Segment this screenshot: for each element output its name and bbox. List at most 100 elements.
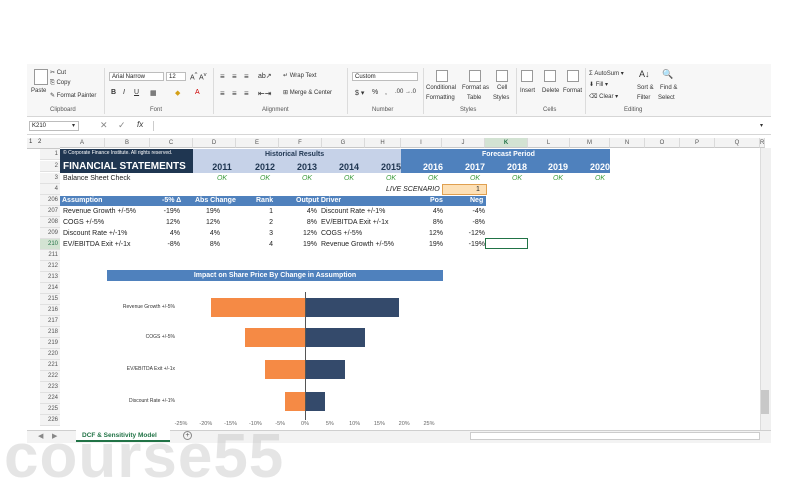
find-select-icon[interactable]: 🔍 <box>662 69 673 80</box>
vertical-scrollbar[interactable] <box>760 148 771 430</box>
formula-input[interactable] <box>153 121 767 131</box>
row-header[interactable]: 212 <box>40 261 60 272</box>
row-header[interactable]: 3 <box>40 173 60 184</box>
insert-icon[interactable] <box>521 70 533 82</box>
column-header-e[interactable]: E <box>236 138 279 148</box>
format-as-table-icon[interactable] <box>469 70 481 82</box>
sort-filter-icon[interactable]: A↓ <box>639 69 650 79</box>
align-right-icon[interactable]: ≡ <box>244 89 249 98</box>
column-header-m[interactable]: M <box>570 138 610 148</box>
row-header[interactable]: 4 <box>40 184 60 195</box>
font-grow-shrink-icon[interactable]: A^ Av <box>190 72 207 81</box>
row-header[interactable]: 209 <box>40 228 60 239</box>
column-header-j[interactable]: J <box>442 138 485 148</box>
row-header[interactable]: 220 <box>40 349 60 360</box>
column-header-r[interactable]: R <box>760 138 766 148</box>
column-header-c[interactable]: C <box>150 138 193 148</box>
row-header[interactable]: 1 <box>40 149 60 160</box>
row-header[interactable]: 2 <box>40 161 60 172</box>
decimal-icon[interactable]: .00 →.0 <box>395 89 416 95</box>
styles-label[interactable]: Styles <box>493 95 509 101</box>
format-as-label[interactable]: Format as <box>462 85 489 91</box>
horizontal-scrollbar[interactable] <box>470 432 760 440</box>
column-header-h[interactable]: H <box>365 138 401 148</box>
cut-button[interactable]: ✂ Cut <box>50 69 66 76</box>
column-header-q[interactable]: Q <box>715 138 760 148</box>
clear-button[interactable]: ⌫ Clear ▾ <box>589 93 618 100</box>
column-header-d[interactable]: D <box>193 138 236 148</box>
merge-center-button[interactable]: ⊞ Merge & Center <box>283 89 332 96</box>
number-format-select[interactable]: Custom <box>352 72 418 81</box>
row-header[interactable]: 210 <box>40 239 60 250</box>
copy-button[interactable]: ⎘ Copy <box>50 80 70 87</box>
filter-label[interactable]: Filter <box>637 95 650 101</box>
row-header[interactable]: 218 <box>40 327 60 338</box>
currency-icon[interactable]: $ ▾ <box>355 89 364 97</box>
row-header[interactable]: 224 <box>40 393 60 404</box>
find-label[interactable]: Find & <box>660 85 677 91</box>
indent-icon[interactable]: ⇤⇥ <box>258 89 271 98</box>
column-header-b[interactable]: B <box>105 138 150 148</box>
insert-button[interactable]: Insert <box>520 88 535 94</box>
font-color-icon[interactable]: A <box>195 89 200 96</box>
row-header[interactable]: 225 <box>40 404 60 415</box>
orientation-icon[interactable]: ab↗ <box>258 72 272 80</box>
cell-label[interactable]: Cell <box>497 85 507 91</box>
row-header[interactable]: 222 <box>40 371 60 382</box>
row-header[interactable]: 214 <box>40 283 60 294</box>
format-button[interactable]: Format <box>563 88 582 94</box>
percent-icon[interactable]: % <box>372 89 378 96</box>
autosum-button[interactable]: Σ AutoSum ▾ <box>589 70 624 77</box>
underline-button[interactable]: U <box>134 89 139 96</box>
conditional-formatting-label[interactable]: Conditional <box>426 85 456 91</box>
comma-icon[interactable]: , <box>385 89 387 96</box>
row-header[interactable]: 213 <box>40 272 60 283</box>
column-header-a[interactable]: A <box>60 138 105 148</box>
name-box-dropdown-icon[interactable]: ▾ <box>72 122 75 129</box>
italic-button[interactable]: I <box>123 89 125 96</box>
vertical-scrollbar-thumb[interactable] <box>761 390 769 414</box>
row-header[interactable]: 207 <box>40 206 60 217</box>
align-left-icon[interactable]: ≡ <box>220 89 225 98</box>
row-header[interactable]: 208 <box>40 217 60 228</box>
format-icon[interactable] <box>567 70 579 82</box>
bottom-align-icon[interactable]: ≡ <box>244 72 249 81</box>
expand-formula-icon[interactable]: ▾ <box>760 122 763 129</box>
row-header[interactable]: 211 <box>40 250 60 261</box>
row-header[interactable]: 215 <box>40 294 60 305</box>
column-header-f[interactable]: F <box>279 138 322 148</box>
column-header-g[interactable]: G <box>322 138 365 148</box>
fill-button[interactable]: ⬇ Fill ▾ <box>589 81 608 88</box>
format-painter-button[interactable]: ✎ Format Painter <box>50 92 96 99</box>
conditional-formatting-icon[interactable] <box>436 70 448 82</box>
outline-level-2[interactable]: 2 <box>38 139 41 145</box>
row-header[interactable]: 216 <box>40 305 60 316</box>
row-header[interactable]: 206 <box>40 195 60 206</box>
wrap-text-button[interactable]: ↵ Wrap Text <box>283 72 317 79</box>
column-header-p[interactable]: P <box>680 138 715 148</box>
live-scenario-cell[interactable] <box>442 184 487 195</box>
align-center-icon[interactable]: ≡ <box>232 89 237 98</box>
paste-button[interactable]: Paste <box>31 88 46 94</box>
enter-icon[interactable]: ✓ <box>118 120 126 131</box>
font-name-select[interactable]: Arial Narrow <box>109 72 164 81</box>
column-header-i[interactable]: I <box>401 138 442 148</box>
column-header-k[interactable]: K <box>485 138 528 148</box>
sort-label[interactable]: Sort & <box>637 85 654 91</box>
cancel-icon[interactable]: ✕ <box>100 120 108 131</box>
borders-icon[interactable]: ▦ <box>150 89 157 97</box>
column-header-o[interactable]: O <box>645 138 680 148</box>
outline-level-1[interactable]: 1 <box>29 139 32 145</box>
formatting-label[interactable]: Formatting <box>426 95 455 101</box>
paste-icon[interactable] <box>34 69 48 85</box>
cell-styles-icon[interactable] <box>496 70 508 82</box>
row-header[interactable]: 221 <box>40 360 60 371</box>
row-header[interactable]: 217 <box>40 316 60 327</box>
table-label[interactable]: Table <box>467 95 481 101</box>
font-size-select[interactable]: 12 <box>166 72 186 81</box>
fill-color-icon[interactable]: ◆ <box>175 89 180 97</box>
bold-button[interactable]: B <box>111 89 116 96</box>
delete-icon[interactable] <box>544 70 556 82</box>
middle-align-icon[interactable]: ≡ <box>232 72 237 81</box>
select-label[interactable]: Select <box>658 95 675 101</box>
